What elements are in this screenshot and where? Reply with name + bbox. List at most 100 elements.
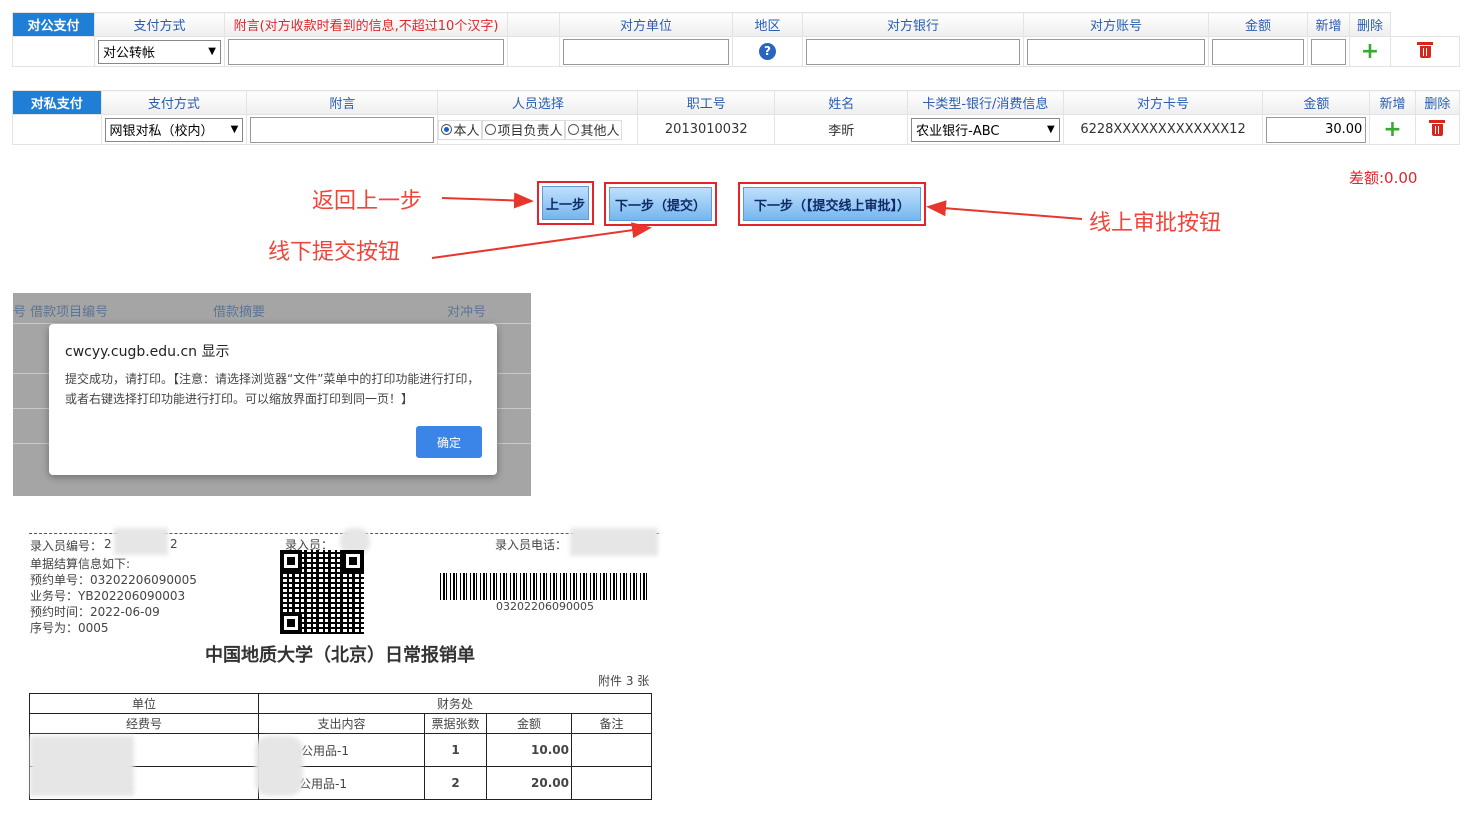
payee-unit-input[interactable] bbox=[563, 38, 729, 65]
document-title: 中国地质大学（北京）日常报销单 bbox=[205, 645, 475, 666]
col-fund-no: 经费号 bbox=[29, 713, 259, 734]
help-icon[interactable]: ? bbox=[759, 43, 776, 60]
entry-no-value: 2 bbox=[104, 537, 112, 551]
alert-overlay: 号 借款项目编号 借款摘要 对冲号 cwcyy.cugb.edu.cn 显示 提… bbox=[13, 293, 531, 496]
plus-icon[interactable]: + bbox=[1361, 39, 1379, 64]
dialog-message: 提交成功，请打印。【注意：请选择浏览器“文件”菜单中的打印功能进行打印，或者右键… bbox=[65, 372, 480, 406]
count-cell: 2 bbox=[424, 766, 487, 800]
header-name: 姓名 bbox=[774, 90, 909, 115]
submit-button-highlight: 下一步（提交） bbox=[604, 182, 717, 226]
note-cell bbox=[570, 766, 653, 800]
trash-icon[interactable] bbox=[1417, 41, 1433, 58]
header-person-select: 人员选择 bbox=[437, 90, 639, 115]
radio-project-lead[interactable]: 项目负责人 bbox=[482, 119, 566, 140]
header-pay-method: 支付方式 bbox=[100, 90, 248, 115]
header-payee-bank: 对方银行 bbox=[802, 12, 1024, 37]
plus-icon[interactable]: + bbox=[1383, 117, 1401, 142]
col-unit: 单位 bbox=[29, 693, 259, 714]
header-region: 地区 bbox=[732, 12, 803, 37]
public-payment-tag: 对公支付 bbox=[12, 12, 95, 37]
payee-account-input[interactable] bbox=[1212, 38, 1304, 65]
payee-bank-input[interactable] bbox=[1027, 38, 1205, 65]
arrow-back bbox=[441, 192, 534, 209]
header-memo: 附言(对方收款时看到的信息,不超过10个汉字) bbox=[224, 12, 508, 37]
header-add: 新增 bbox=[1307, 12, 1350, 37]
col-amount: 金额 bbox=[486, 713, 572, 734]
header-amount: 金额 bbox=[1262, 90, 1371, 115]
bg-column-text: 借款摘要 bbox=[213, 305, 266, 320]
redaction-blur bbox=[570, 528, 658, 556]
arrow-online bbox=[926, 200, 1083, 220]
header-pay-method: 支付方式 bbox=[94, 12, 225, 37]
online-button-highlight: 下一步（【提交线上审批】） bbox=[738, 182, 926, 226]
header-add: 新增 bbox=[1369, 90, 1416, 115]
radio-others[interactable]: 其他人 bbox=[565, 119, 623, 140]
employee-no: 2013010032 bbox=[637, 114, 776, 145]
header-employee-no: 职工号 bbox=[637, 90, 776, 115]
amount-cell: 10.00 bbox=[486, 733, 572, 767]
region-input[interactable] bbox=[806, 38, 1020, 65]
header-payee-account: 对方账号 bbox=[1023, 12, 1209, 37]
qr-code bbox=[280, 550, 364, 634]
amount-cell: 20.00 bbox=[486, 766, 572, 800]
bg-column-text: 号 借款项目编号 bbox=[13, 305, 109, 320]
header-payee-unit: 对方单位 bbox=[559, 12, 733, 37]
chevron-down-icon: ▼ bbox=[1046, 124, 1055, 135]
barcode-text: 03202206090005 bbox=[496, 600, 594, 613]
chevron-down-icon: ▼ bbox=[208, 46, 216, 57]
entry-no-label: 录入员编号： bbox=[30, 539, 103, 553]
annotation-online: 线上审批按钮 bbox=[1089, 211, 1222, 236]
col-finance: 财务处 bbox=[257, 693, 653, 714]
booking-no: 预约单号：03202206090005 bbox=[30, 573, 197, 587]
difference-amount: 差额:0.00 bbox=[1349, 169, 1418, 187]
count-cell: 1 bbox=[424, 733, 487, 767]
public-amount-input[interactable] bbox=[1311, 38, 1346, 65]
settle-info: 单据结算信息如下: bbox=[30, 557, 131, 571]
col-content: 支出内容 bbox=[258, 713, 425, 734]
public-payment-table: 对公支付 支付方式 附言(对方收款时看到的信息,不超过10个汉字) 对方单位 地… bbox=[12, 12, 1460, 67]
redaction-blur bbox=[114, 528, 168, 555]
print-document: 录入员编号： 2 2 录入员： 录入员电话： 单据结算信息如下: 预约单号：03… bbox=[0, 528, 680, 826]
barcode bbox=[440, 573, 648, 600]
bg-column-text: 对冲号 bbox=[447, 305, 487, 320]
header-memo: 附言 bbox=[246, 90, 439, 115]
radio-self[interactable]: 本人 bbox=[438, 119, 483, 140]
annotation-offline: 线下提交按钮 bbox=[268, 240, 401, 265]
private-method-select[interactable]: 网银对私（校内） ▼ bbox=[104, 117, 244, 142]
card-type-select[interactable]: 农业银行-ABC ▼ bbox=[911, 117, 1060, 142]
trash-icon[interactable] bbox=[1429, 119, 1446, 136]
header-amount: 金额 bbox=[1208, 12, 1308, 37]
person-name: 李昕 bbox=[774, 114, 909, 145]
private-memo-input[interactable] bbox=[250, 116, 435, 143]
private-amount-input[interactable]: 30.00 bbox=[1266, 116, 1367, 143]
public-memo-input[interactable] bbox=[228, 38, 504, 65]
seq-no: 序号为：0005 bbox=[30, 621, 109, 635]
private-payment-table: 对私支付 支付方式 附言 人员选择 职工号 姓名 卡类型-银行/消费信息 对方卡… bbox=[12, 90, 1461, 145]
entry-phone-label: 录入员电话： bbox=[495, 538, 568, 552]
prev-button[interactable]: 上一步 bbox=[542, 186, 589, 220]
dialog-ok-button[interactable]: 确定 bbox=[416, 426, 482, 458]
chevron-down-icon: ▼ bbox=[230, 124, 239, 135]
next-online-approval-button[interactable]: 下一步（【提交线上审批】） bbox=[743, 187, 921, 221]
header-blank bbox=[507, 12, 560, 37]
next-submit-button[interactable]: 下一步（提交） bbox=[609, 187, 712, 221]
business-no: 业务号：YB202206090003 bbox=[30, 589, 186, 603]
card-number: 6228XXXXXXXXXXXXX12 bbox=[1062, 114, 1264, 145]
header-card-no: 对方卡号 bbox=[1062, 90, 1264, 115]
dialog-title: cwcyy.cugb.edu.cn 显示 bbox=[65, 344, 230, 360]
attachment-count: 附件 3 张 bbox=[598, 674, 650, 688]
prev-button-highlight: 上一步 bbox=[537, 181, 594, 225]
annotation-back: 返回上一步 bbox=[312, 189, 423, 214]
public-method-select[interactable]: 对公转帐 ▼ bbox=[98, 39, 221, 64]
booking-time: 预约时间：2022-06-09 bbox=[30, 605, 160, 619]
redaction-blur bbox=[30, 736, 134, 796]
header-delete: 删除 bbox=[1349, 12, 1391, 37]
private-payment-tag: 对私支付 bbox=[12, 90, 102, 115]
arrow-offline bbox=[431, 222, 652, 259]
alert-dialog: cwcyy.cugb.edu.cn 显示 提交成功，请打印。【注意：请选择浏览器… bbox=[49, 324, 497, 475]
note-cell bbox=[570, 733, 653, 767]
col-note: 备注 bbox=[570, 713, 653, 734]
header-card-type: 卡类型-银行/消费信息 bbox=[907, 90, 1064, 115]
header-delete: 删除 bbox=[1414, 90, 1461, 115]
col-count: 票据张数 bbox=[424, 713, 487, 734]
